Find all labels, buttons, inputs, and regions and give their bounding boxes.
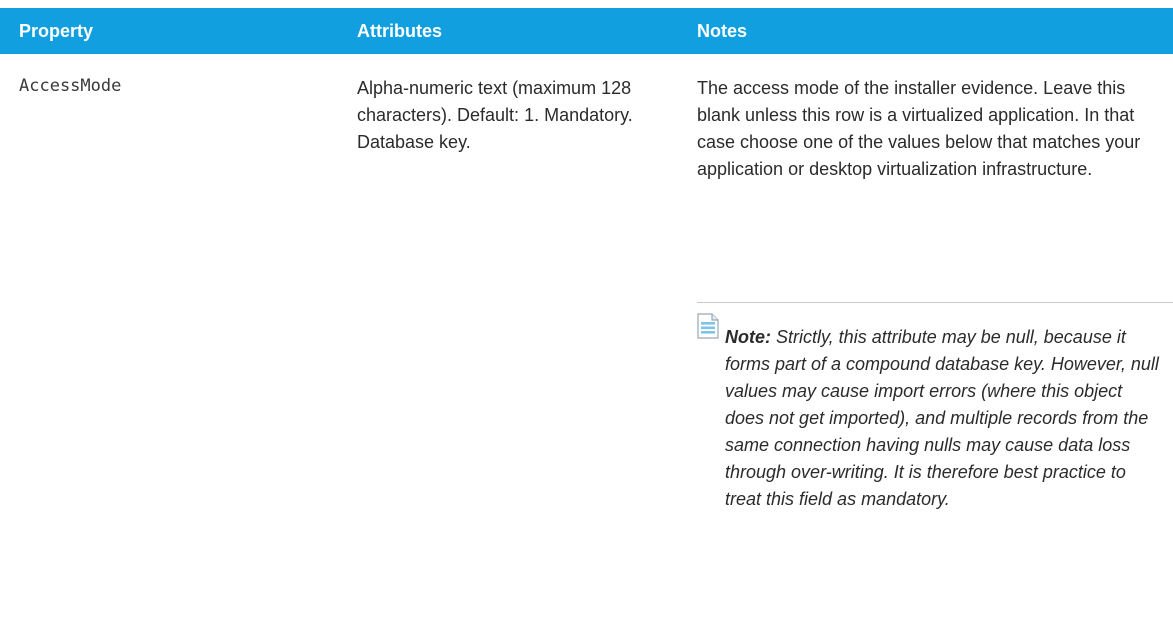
note-callout: Note: Strictly, this attribute may be nu…	[697, 302, 1173, 509]
notes-paragraph: The access mode of the installer evidenc…	[697, 78, 1141, 179]
property-notes: The access mode of the installer evidenc…	[697, 75, 1157, 183]
property-attributes: Alpha-numeric text (maximum 128 characte…	[357, 78, 633, 152]
table-header-row: Property Attributes Notes	[0, 8, 1173, 54]
note-document-icon	[697, 313, 719, 339]
note-label: Note:	[725, 327, 771, 347]
note-body: Strictly, this attribute may be null, be…	[725, 327, 1159, 509]
header-notes: Notes	[697, 21, 748, 41]
note-text: Note: Strictly, this attribute may be nu…	[725, 324, 1165, 513]
property-name: AccessMode	[19, 76, 122, 96]
header-property: Property	[19, 21, 94, 41]
header-attributes: Attributes	[357, 21, 442, 41]
